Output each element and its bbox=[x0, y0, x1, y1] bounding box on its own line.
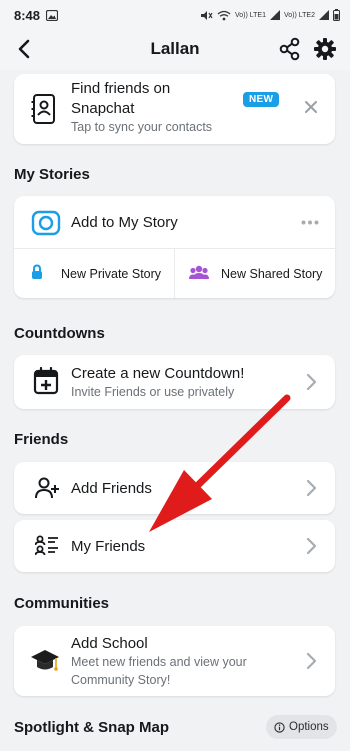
add-school-subtitle-2: Community Story! bbox=[71, 673, 171, 687]
new-shared-story-label: New Shared Story bbox=[221, 267, 323, 281]
mute-icon bbox=[201, 10, 213, 20]
section-countdowns: Countdowns bbox=[14, 325, 105, 342]
create-countdown-card[interactable]: Create a new Countdown! Invite Friends o… bbox=[14, 355, 335, 409]
share-icon[interactable] bbox=[278, 36, 302, 62]
find-friends-title-2: Snapchat bbox=[71, 100, 135, 117]
new-private-story-label: New Private Story bbox=[61, 267, 162, 281]
group-icon bbox=[189, 265, 209, 279]
countdown-title: Create a new Countdown! bbox=[71, 365, 245, 382]
options-button[interactable]: Options bbox=[266, 715, 337, 739]
close-icon[interactable] bbox=[305, 101, 317, 113]
status-time: 8:48 bbox=[14, 7, 41, 23]
chevron-right-icon bbox=[306, 652, 317, 670]
new-private-story-button[interactable]: New Private Story bbox=[14, 249, 174, 298]
new-shared-story-button[interactable]: New Shared Story bbox=[175, 249, 335, 298]
camera-icon bbox=[31, 210, 61, 236]
find-friends-title-1: Find friends on bbox=[71, 80, 171, 97]
section-spotlight-snap-map: Spotlight & Snap Map bbox=[14, 719, 169, 736]
section-friends: Friends bbox=[14, 431, 69, 448]
find-friends-subtitle: Tap to sync your contacts bbox=[71, 120, 213, 134]
add-friends-label: Add Friends bbox=[71, 480, 152, 497]
add-friend-icon bbox=[35, 477, 59, 499]
options-label: Options bbox=[289, 721, 329, 733]
wifi-icon bbox=[217, 10, 231, 20]
lock-icon bbox=[32, 264, 42, 279]
info-icon bbox=[274, 721, 285, 733]
chevron-right-icon bbox=[306, 537, 317, 555]
section-my-stories: My Stories bbox=[14, 166, 90, 183]
add-school-subtitle-1: Meet new friends and view your bbox=[71, 655, 247, 669]
battery-icon bbox=[333, 9, 340, 21]
signal-icon bbox=[270, 10, 280, 20]
find-friends-card[interactable]: Find friends on Snapchat Tap to sync you… bbox=[14, 74, 335, 144]
add-to-my-story-label: Add to My Story bbox=[71, 214, 178, 231]
more-options-icon[interactable] bbox=[301, 220, 319, 225]
profile-header: Lallan bbox=[0, 30, 350, 70]
calendar-add-icon bbox=[33, 367, 59, 395]
add-friends-row[interactable]: Add Friends bbox=[14, 462, 335, 514]
chevron-right-icon bbox=[306, 479, 317, 497]
network-label-2: Vo)) LTE2 bbox=[284, 11, 315, 19]
countdown-subtitle: Invite Friends or use privately bbox=[71, 385, 235, 399]
my-friends-label: My Friends bbox=[71, 538, 146, 555]
network-label-1: Vo)) LTE1 bbox=[235, 11, 266, 19]
status-bar: 8:48 Vo)) LTE1 Vo)) LTE2 bbox=[0, 0, 350, 30]
settings-gear-icon[interactable] bbox=[312, 36, 338, 62]
my-stories-card: Add to My Story New Private Story New Sh… bbox=[14, 196, 335, 298]
section-communities: Communities bbox=[14, 595, 110, 612]
contacts-book-icon bbox=[31, 94, 55, 124]
add-school-title: Add School bbox=[71, 635, 148, 652]
chevron-right-icon bbox=[306, 373, 317, 391]
add-to-my-story-row[interactable]: Add to My Story bbox=[14, 196, 335, 248]
friends-list-icon bbox=[35, 535, 58, 556]
graduation-cap-icon bbox=[31, 650, 59, 671]
add-school-card[interactable]: Add School Meet new friends and view you… bbox=[14, 626, 335, 696]
new-badge: NEW bbox=[243, 92, 280, 107]
signal-icon-2 bbox=[319, 10, 329, 20]
gallery-icon bbox=[46, 9, 59, 21]
my-friends-row[interactable]: My Friends bbox=[14, 520, 335, 572]
